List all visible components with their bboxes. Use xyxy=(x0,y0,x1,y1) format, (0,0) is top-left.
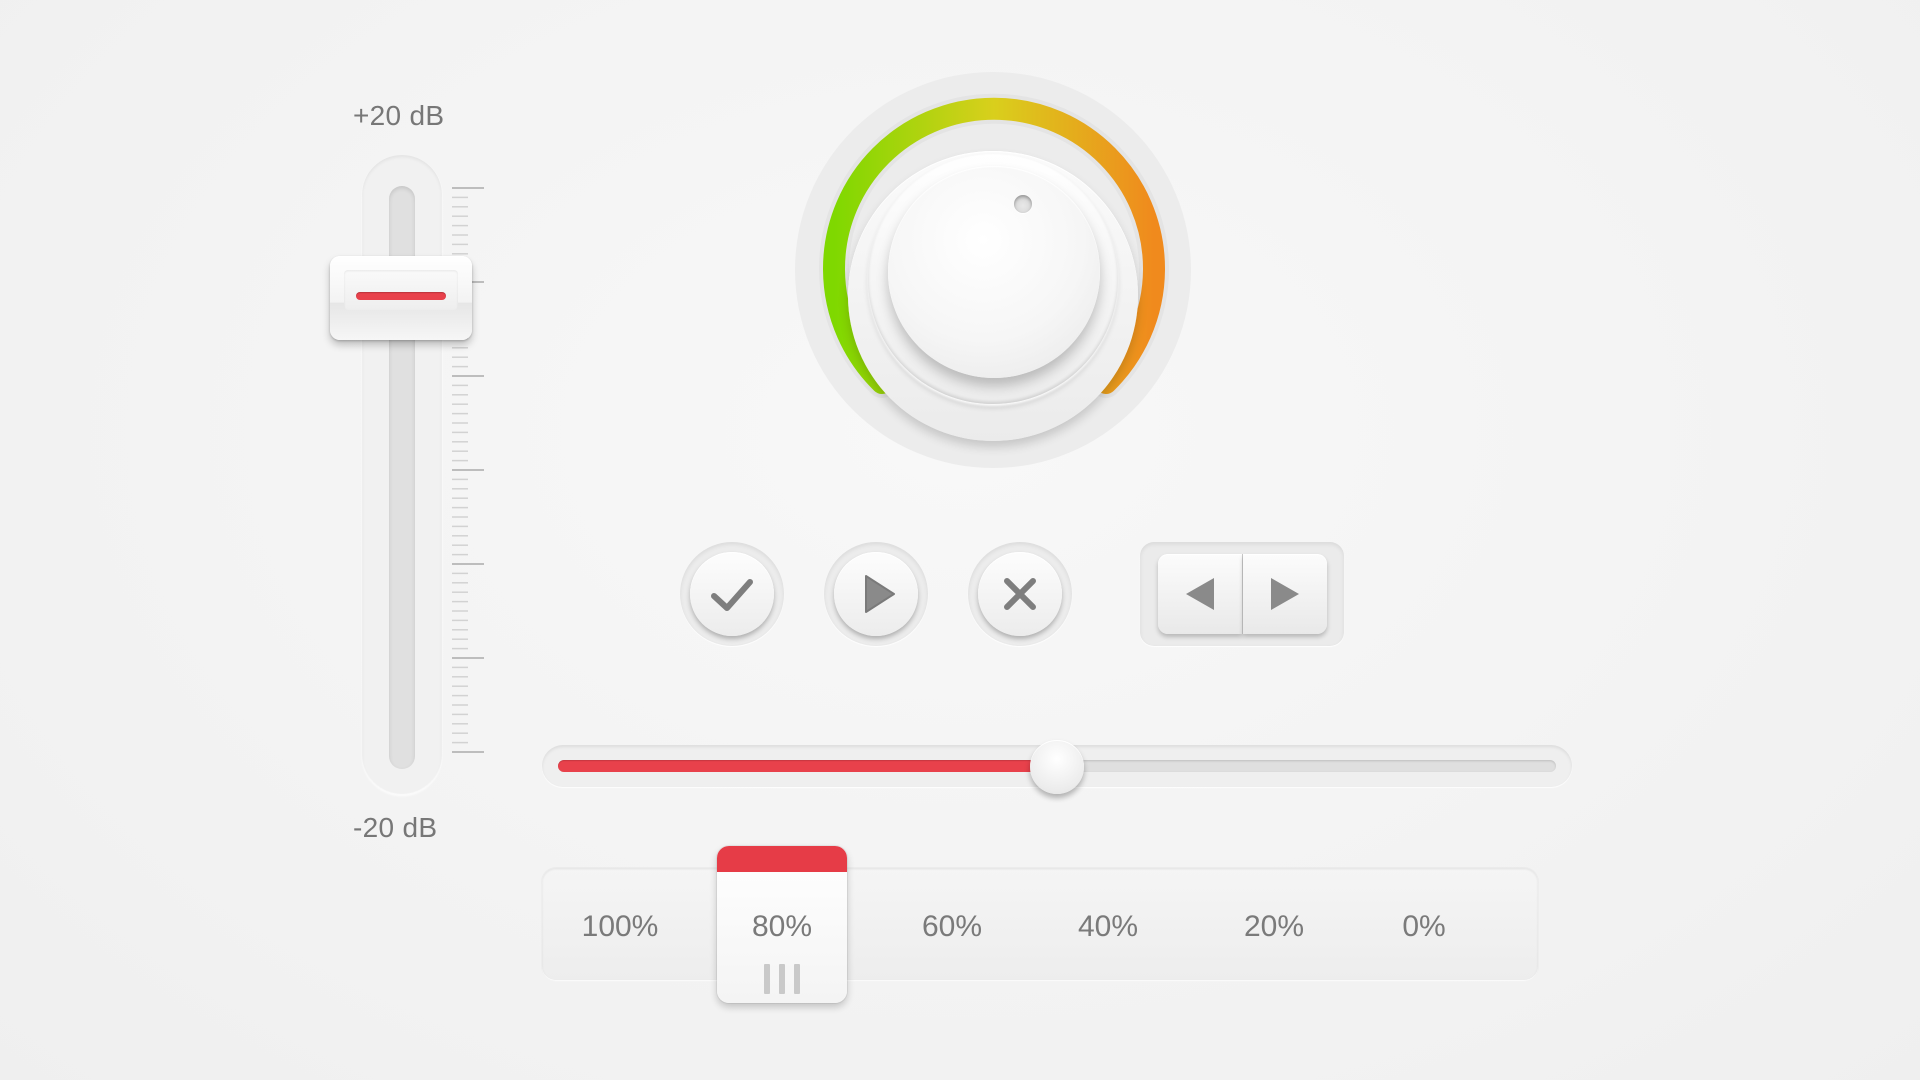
percent-option-20[interactable]: 20% xyxy=(1244,910,1304,944)
next-button[interactable] xyxy=(1243,554,1327,634)
volume-knob[interactable] xyxy=(795,72,1191,468)
close-icon xyxy=(1004,578,1036,610)
knob-cap[interactable] xyxy=(888,166,1100,378)
percent-selector xyxy=(542,868,1538,980)
fader-max-label: +20 dB xyxy=(353,100,445,131)
previous-button[interactable] xyxy=(1158,554,1242,634)
cancel-button-well xyxy=(968,542,1072,646)
fader-handle[interactable] xyxy=(330,255,472,340)
control-panel: +20 dB -20 dB 100% 60% 40% 20% 0% 80% xyxy=(0,0,1920,1080)
fader-min-label: -20 dB xyxy=(353,812,438,843)
grip-icon xyxy=(764,964,800,994)
selected-tab-cap xyxy=(717,846,847,872)
play-icon xyxy=(865,575,895,613)
triangle-right-icon xyxy=(1271,578,1299,610)
fader-handle-face xyxy=(344,269,458,310)
selected-tab-label: 80% xyxy=(751,910,813,943)
confirm-button-well xyxy=(680,542,784,646)
percent-option-0[interactable]: 0% xyxy=(1402,910,1445,944)
prev-next-control xyxy=(1140,542,1344,646)
play-button-well xyxy=(824,542,928,646)
horizontal-slider-fill xyxy=(558,760,1057,772)
checkmark-icon xyxy=(711,579,753,611)
horizontal-slider-thumb[interactable] xyxy=(1030,740,1084,794)
play-button[interactable] xyxy=(834,552,918,636)
percent-option-60[interactable]: 60% xyxy=(922,910,982,944)
knob-position-dot xyxy=(1014,195,1032,213)
cancel-button[interactable] xyxy=(978,552,1062,636)
confirm-button[interactable] xyxy=(690,552,774,636)
percent-option-40[interactable]: 40% xyxy=(1078,910,1138,944)
percent-option-80-selected[interactable]: 80% xyxy=(717,846,847,1003)
fader-indicator-line xyxy=(356,291,446,300)
percent-option-100[interactable]: 100% xyxy=(582,910,659,944)
triangle-left-icon xyxy=(1186,578,1214,610)
